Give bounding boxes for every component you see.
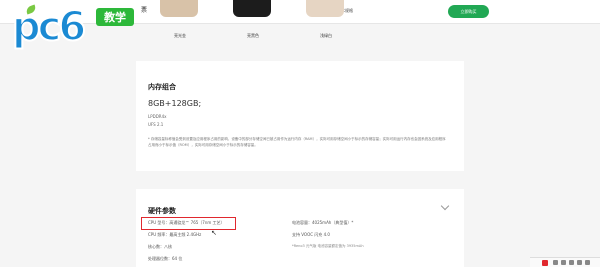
color-label-gold: 亮光金 (174, 33, 186, 38)
spec-battery-note: *Reno3 元气版 电池容量额定值为 3935mAh (292, 244, 364, 248)
hardware-title: 硬件参数 (148, 207, 176, 215)
tray-icon-2[interactable] (561, 260, 566, 265)
spec-bits: 处理器位数：64 位 (148, 256, 183, 261)
system-tray (530, 257, 600, 267)
spec-battery: 电池容量：4025mAh（典型值）* (292, 220, 354, 225)
tray-icon-3[interactable] (569, 260, 574, 265)
memory-storage-type: UFS 2.1 (148, 122, 164, 127)
color-label-black: 亮黑色 (247, 33, 259, 38)
phone-gold-image[interactable] (160, 0, 198, 17)
phone-white-image[interactable] (306, 0, 344, 17)
phone-black-image[interactable] (233, 0, 271, 17)
spec-cores: 核心数：八核 (148, 244, 172, 249)
memory-section: 内存组合 8GB+128GB; LPDDR4x UFS 2.1 * 存储容量标称… (136, 61, 464, 171)
memory-ram-type: LPDDR4x (148, 114, 167, 119)
collapse-chevron-icon[interactable] (440, 201, 450, 211)
logo-text: pc6 (11, 3, 87, 51)
buy-now-button[interactable]: 立即购买 (448, 5, 489, 18)
spec-vooc: 支持 VOOC 闪充 4.0 (292, 232, 330, 237)
cpu-highlight-box (141, 217, 236, 230)
memory-note: * 存储容量标称值会受到设置及应用程序占用的影响，设备中的部分存储空间已被占用作… (148, 137, 446, 147)
pc6-logo: pc6 教学 (11, 3, 134, 58)
memory-combo: 8GB+128GB; (148, 99, 202, 108)
tray-app-icon[interactable] (542, 260, 548, 266)
tray-icon-4[interactable] (577, 260, 582, 265)
brand-name[interactable]: 票 (141, 5, 147, 14)
tray-icon-5[interactable] (585, 260, 590, 265)
spec-cpu-frequency: CPU 频率：最高主频 2.4GHz (148, 232, 202, 237)
memory-title: 内存组合 (148, 83, 176, 91)
color-label-white: 浅绿白 (320, 33, 332, 38)
mouse-cursor-icon: ↖ (211, 229, 217, 237)
tray-icon-1[interactable] (553, 260, 558, 265)
logo-badge: 教学 (96, 8, 134, 26)
